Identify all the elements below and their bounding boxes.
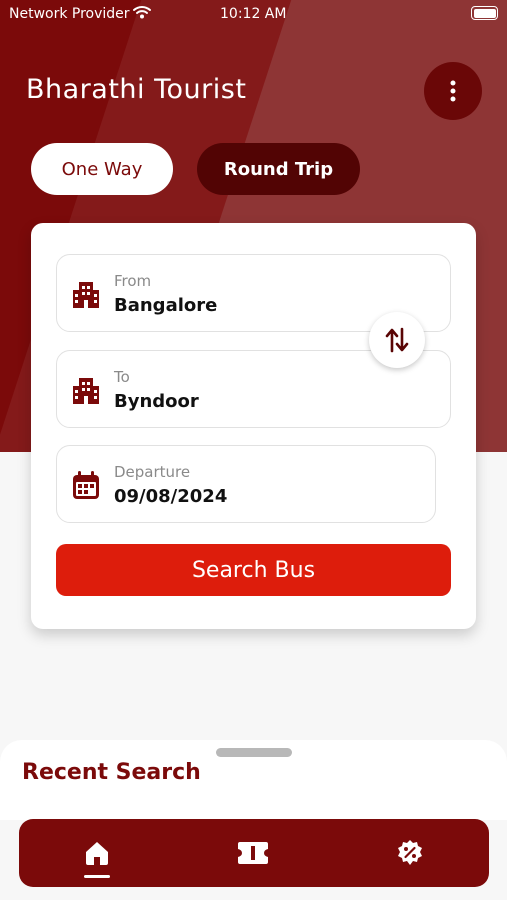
more-vertical-icon [450, 80, 456, 102]
building-icon [73, 282, 99, 308]
battery-icon [471, 6, 498, 20]
tab-one-way[interactable]: One Way [31, 143, 173, 195]
departure-value: 09/08/2024 [114, 486, 228, 507]
sheet-drag-handle[interactable] [216, 748, 292, 757]
clock: 10:12 AM [220, 6, 287, 22]
home-icon [86, 842, 108, 865]
to-label: To [114, 368, 130, 386]
tab-round-trip[interactable]: Round Trip [197, 143, 360, 195]
calendar-icon [73, 471, 99, 499]
nav-home[interactable] [77, 833, 117, 878]
swap-vertical-icon [385, 327, 409, 353]
building-icon [73, 378, 99, 404]
nav-offers[interactable] [390, 833, 430, 873]
status-bar: Network Provider 10:12 AM [0, 0, 507, 28]
more-options-button[interactable] [424, 62, 482, 120]
offer-badge-icon [398, 840, 422, 865]
search-card: From Bangalore To Byndoor Departure 09/0… [31, 223, 476, 629]
app-title: Bharathi Tourist [26, 74, 247, 105]
search-bus-button[interactable]: Search Bus [56, 544, 451, 596]
carrier-label: Network Provider [9, 6, 130, 22]
from-label: From [114, 272, 152, 290]
recent-search-sheet: Recent Search [0, 740, 507, 820]
to-value: Byndoor [114, 391, 199, 412]
nav-tickets[interactable] [233, 833, 273, 873]
from-value: Bangalore [114, 295, 218, 316]
departure-field[interactable]: Departure 09/08/2024 [56, 445, 436, 523]
swap-button[interactable] [369, 312, 425, 368]
recent-search-title: Recent Search [22, 760, 201, 785]
active-indicator [84, 875, 110, 878]
wifi-icon [133, 5, 151, 23]
bottom-navigation [19, 819, 489, 887]
departure-label: Departure [114, 463, 191, 481]
ticket-icon [238, 842, 268, 864]
